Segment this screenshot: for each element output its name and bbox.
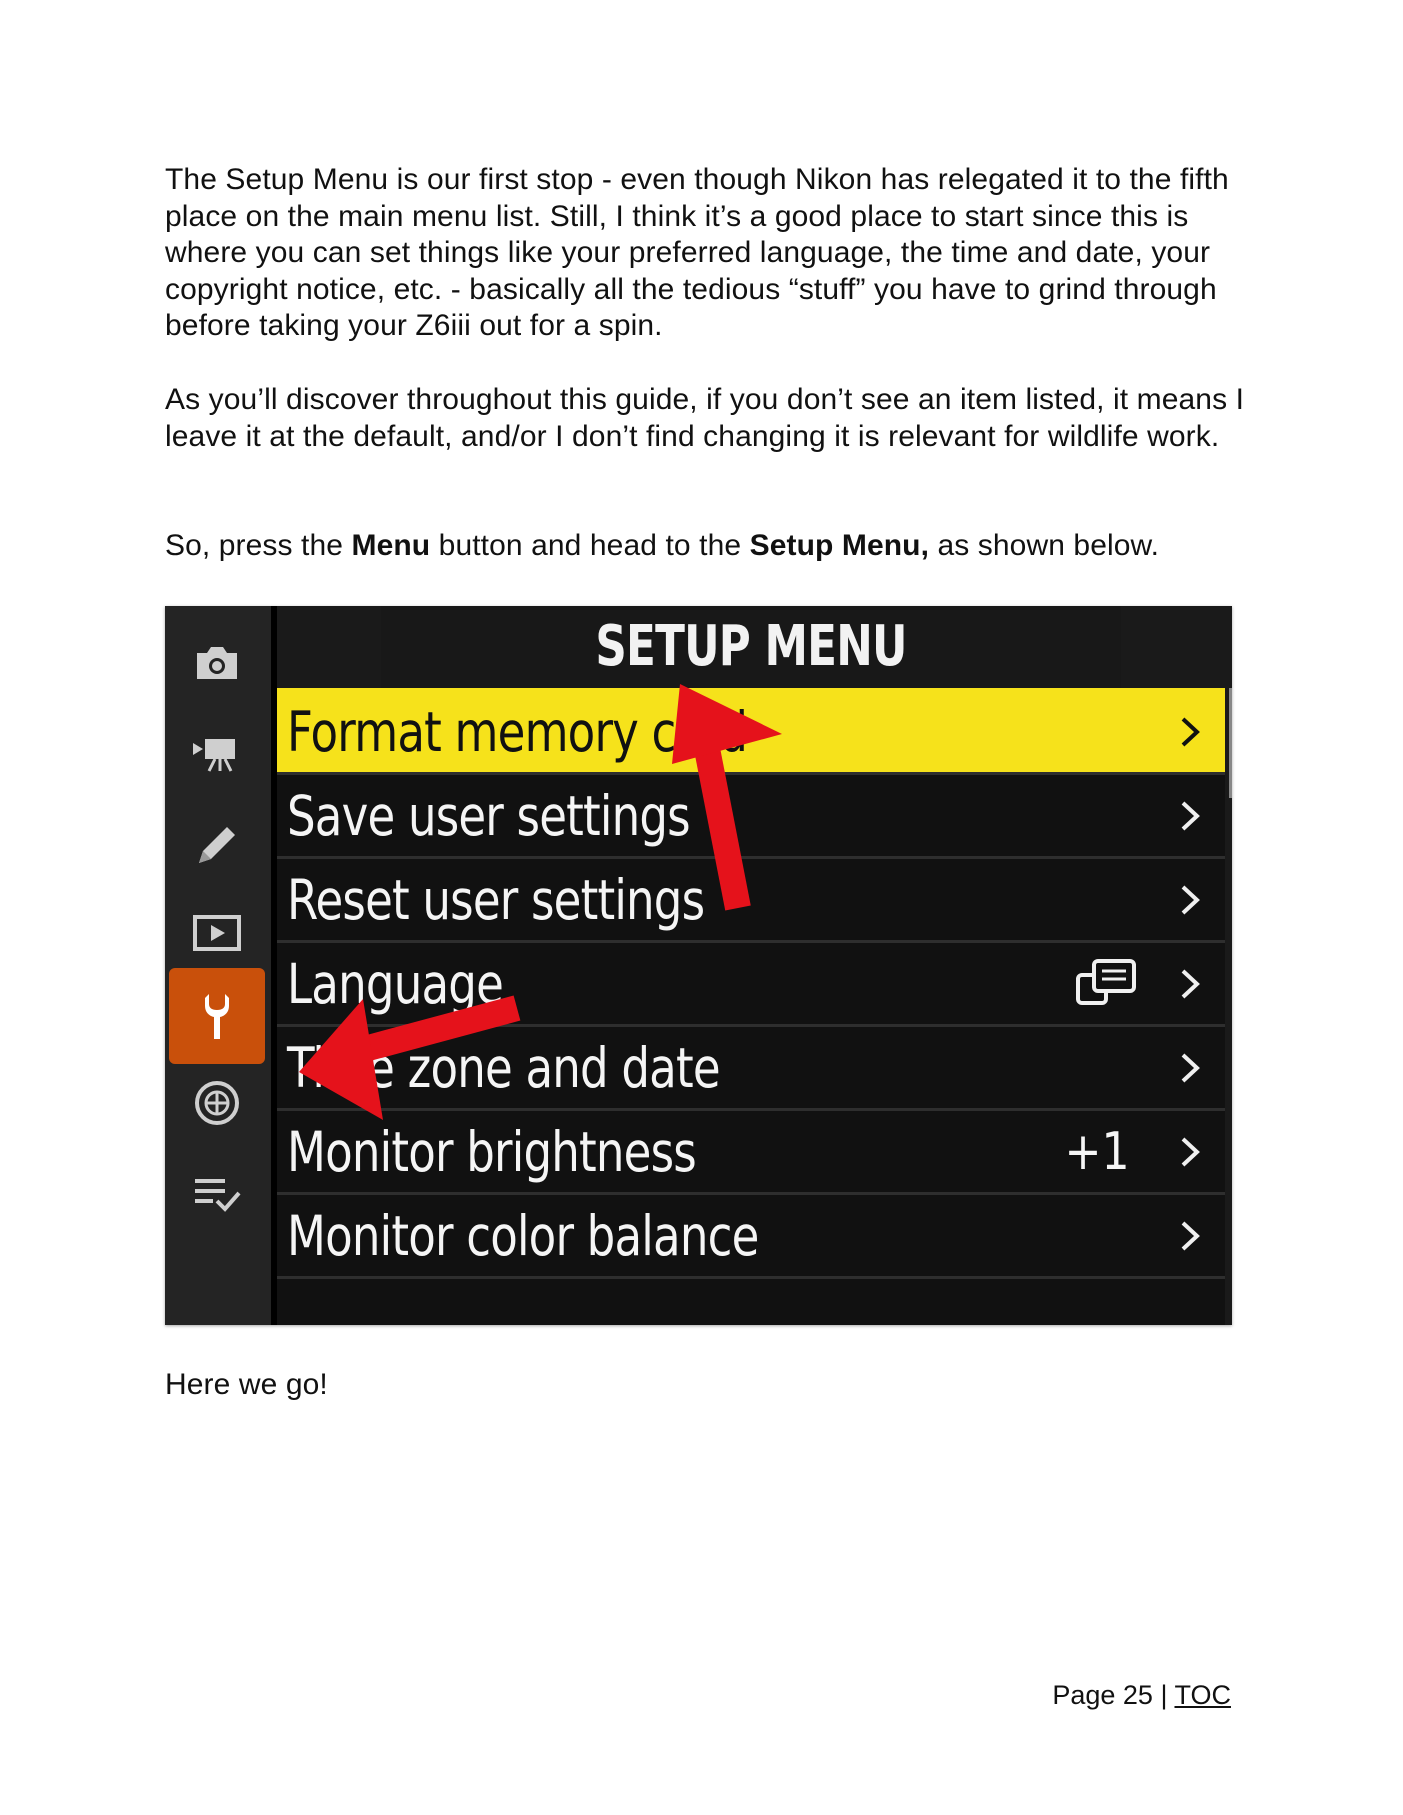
row-label: Time zone and date	[287, 1036, 721, 1100]
chevron-right-icon	[1177, 1219, 1205, 1253]
menu-title: SETUP MENU	[381, 606, 1121, 688]
menu-tab-sidebar	[165, 606, 271, 1325]
row-label: Format memory card	[287, 700, 748, 764]
chevron-right-icon	[1177, 1051, 1205, 1085]
menu-row-monitor-color-balance: Monitor color balance	[277, 1192, 1225, 1276]
menu-row-language: Language	[277, 940, 1225, 1024]
instruction-text-1: So, press the	[165, 529, 352, 562]
menu-row-monitor-brightness: Monitor brightness +1	[277, 1108, 1225, 1192]
chevron-right-icon	[1177, 967, 1205, 1001]
menu-list-area: SETUP MENU Format memory card Save user …	[277, 606, 1232, 1325]
row-label: Monitor brightness	[287, 1120, 697, 1184]
movie-camera-icon	[182, 718, 252, 788]
instruction-paragraph: So, press the Menu button and head to th…	[165, 528, 1255, 565]
page-footer: Page 25 | TOC	[1052, 1680, 1231, 1711]
guide-note-paragraph: As you’ll discover throughout this guide…	[165, 383, 1245, 453]
wrench-icon	[169, 968, 265, 1064]
scrollbar	[1229, 688, 1232, 798]
pencil-icon	[182, 810, 252, 880]
menu-row-save-user-settings: Save user settings	[277, 772, 1225, 856]
chevron-right-icon	[1177, 799, 1205, 833]
intro-paragraph: The Setup Menu is our first stop - even …	[165, 163, 1229, 342]
row-label: Monitor color balance	[287, 1204, 759, 1268]
setup-menu-term: Setup Menu,	[749, 529, 930, 562]
menu-row-reset-user-settings: Reset user settings	[277, 856, 1225, 940]
menu-row-format-memory-card: Format memory card	[277, 688, 1225, 772]
camera-icon	[182, 628, 252, 698]
chevron-right-icon	[1177, 715, 1205, 749]
chevron-right-icon	[1177, 883, 1205, 917]
my-menu-icon	[182, 1158, 252, 1228]
page-number: Page 25 |	[1052, 1680, 1175, 1710]
menu-row-partial	[277, 1276, 1225, 1325]
instruction-text-2: button and head to the	[430, 529, 750, 562]
chevron-right-icon	[1177, 1135, 1205, 1169]
playback-icon	[182, 898, 252, 968]
menu-button-term: Menu	[351, 529, 431, 562]
instruction-text-3: as shown below.	[929, 529, 1160, 562]
row-label: Save user settings	[287, 784, 691, 848]
network-icon	[182, 1068, 252, 1138]
language-icon	[1072, 955, 1140, 1015]
camera-menu-screenshot: SETUP MENU Format memory card Save user …	[165, 606, 1232, 1325]
closing-paragraph: Here we go!	[165, 1368, 328, 1401]
row-label: Language	[287, 952, 504, 1016]
menu-row-time-zone-and-date: Time zone and date	[277, 1024, 1225, 1108]
toc-link[interactable]: TOC	[1174, 1680, 1231, 1710]
row-label: Reset user settings	[287, 868, 705, 932]
row-value: +1	[1064, 1122, 1130, 1182]
